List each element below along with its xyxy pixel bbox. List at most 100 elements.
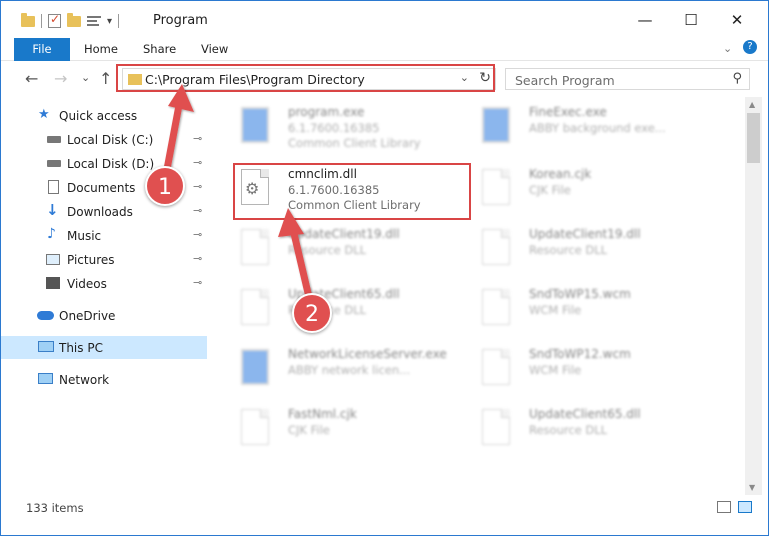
file-tile[interactable]: program.exe 6.1.7600.16385 Common Client… — [237, 103, 472, 163]
help-icon[interactable]: ? — [743, 40, 757, 54]
close-button[interactable]: ✕ — [714, 1, 760, 38]
address-highlight-box — [116, 64, 495, 92]
file-tile[interactable]: UpdateClient19.dll Resource DLL — [478, 225, 713, 285]
tab-file[interactable]: File — [14, 38, 70, 61]
exe-icon — [241, 349, 269, 385]
sidebar-item-label: Local Disk (D:) — [67, 157, 155, 171]
window-title: Program — [153, 13, 208, 28]
sidebar-item-pictures[interactable]: Pictures ⊸ — [1, 248, 207, 271]
this-pc-icon — [38, 341, 54, 352]
sidebar-item-local-disk-c[interactable]: Local Disk (C:) ⊸ — [1, 128, 207, 151]
sidebar-item-quick-access[interactable]: ★ Quick access — [1, 104, 207, 127]
tab-view[interactable]: View — [201, 38, 228, 61]
tab-share[interactable]: Share — [143, 38, 176, 61]
minimize-button[interactable]: — — [622, 1, 668, 38]
search-placeholder: Search Program — [515, 73, 615, 88]
details-view-icon[interactable] — [717, 501, 731, 513]
search-icon[interactable]: ⚲ — [732, 71, 742, 86]
file-tile[interactable]: UpdateClient65.dll Resource DLL — [478, 405, 713, 465]
quick-access-toolbar: ▾ — [21, 12, 120, 30]
file-tile[interactable]: SndToWP12.wcm WCM File — [478, 345, 713, 405]
sidebar-item-label: This PC — [59, 341, 103, 355]
sidebar-item-onedrive[interactable]: OneDrive — [1, 304, 207, 327]
file-icon — [482, 289, 510, 325]
pin-icon[interactable]: ⊸ — [193, 156, 202, 169]
file-tile[interactable]: SndToWP15.wcm WCM File — [478, 285, 713, 345]
file-tile[interactable]: FineExec.exe ABBY background exe... — [478, 103, 713, 163]
sidebar-item-label: Music — [67, 229, 102, 243]
ribbon-tabs: File Home Share View ⌄ ? — [1, 38, 768, 61]
file-description: WCM File — [529, 303, 582, 317]
sidebar-item-music[interactable]: ♪ Music ⊸ — [1, 224, 207, 247]
file-list: program.exe 6.1.7600.16385 Common Client… — [211, 97, 745, 495]
file-description: Resource DLL — [529, 243, 608, 257]
sidebar-item-videos[interactable]: Videos ⊸ — [1, 272, 207, 295]
scrollbar-thumb[interactable] — [747, 113, 760, 163]
file-description: ABBY background exe... — [529, 121, 666, 135]
maximize-button[interactable]: ☐ — [668, 1, 714, 38]
sidebar-item-label: Quick access — [59, 109, 138, 123]
file-tile[interactable]: UpdateClient19.dll Resource DLL — [237, 225, 472, 285]
file-description: CJK File — [529, 183, 571, 197]
toolbar-separator — [41, 14, 42, 28]
pin-icon[interactable]: ⊸ — [193, 228, 202, 241]
documents-icon — [48, 180, 59, 194]
sidebar-item-this-pc[interactable]: This PC — [1, 336, 207, 359]
file-icon — [482, 349, 510, 385]
dll-gear-icon — [482, 409, 510, 445]
sidebar-item-network[interactable]: Network — [1, 368, 207, 391]
sidebar-item-label: Pictures — [67, 253, 115, 267]
file-name: UpdateClient19.dll — [288, 227, 400, 241]
recent-locations-button[interactable]: ⌄ — [81, 71, 90, 84]
file-name: program.exe — [288, 105, 365, 119]
file-tile[interactable]: NetworkLicenseServer.exe ABBY network li… — [237, 345, 472, 405]
back-button[interactable]: ← — [25, 69, 38, 88]
sidebar-item-label: Videos — [67, 277, 107, 291]
folder-icon — [21, 12, 35, 27]
file-tile[interactable]: Korean.cjk CJK File — [478, 165, 713, 225]
pin-icon[interactable]: ⊸ — [193, 132, 202, 145]
properties-check-icon[interactable] — [48, 12, 61, 28]
new-folder-icon[interactable] — [67, 12, 81, 27]
file-description: WCM File — [529, 363, 582, 377]
pictures-icon — [46, 254, 60, 265]
step-badge-1: 1 — [145, 166, 185, 206]
sidebar-item-label: Downloads — [67, 205, 133, 219]
drive-icon — [47, 160, 61, 167]
dll-gear-icon — [241, 289, 269, 325]
downloads-icon: ↓ — [46, 201, 59, 219]
file-tile[interactable]: FastNml.cjk CJK File — [237, 405, 472, 465]
ribbon-collapse-icon[interactable]: ⌄ — [723, 42, 732, 55]
file-tile[interactable]: UpdateClient65.dll Resource DLL — [237, 285, 472, 345]
videos-icon — [46, 277, 60, 289]
search-input[interactable]: Search Program ⚲ — [505, 68, 750, 90]
status-bar: 133 items — [1, 495, 768, 535]
step-badge-2: 2 — [292, 293, 332, 333]
star-icon: ★ — [38, 107, 50, 122]
item-count: 133 items — [26, 501, 84, 515]
pin-icon[interactable]: ⊸ — [193, 180, 202, 193]
pin-icon[interactable]: ⊸ — [193, 252, 202, 265]
scroll-down-icon[interactable]: ▼ — [749, 483, 755, 492]
file-name: FineExec.exe — [529, 105, 607, 119]
title-bar: ▾ Program — ☐ ✕ — [1, 1, 768, 38]
forward-button[interactable]: → — [54, 69, 67, 88]
pin-icon[interactable]: ⊸ — [193, 204, 202, 217]
toolbar-separator — [118, 14, 120, 28]
tab-home[interactable]: Home — [84, 38, 118, 61]
sidebar-item-downloads[interactable]: ↓ Downloads ⊸ — [1, 200, 207, 223]
file-description: Resource DLL — [529, 423, 608, 437]
music-icon: ♪ — [47, 226, 56, 242]
large-icons-view-icon[interactable] — [738, 501, 752, 513]
customize-view-icon[interactable] — [87, 15, 101, 28]
vertical-scrollbar[interactable]: ▲ ▼ — [745, 97, 762, 495]
file-description: ABBY network licen... — [288, 363, 411, 377]
qat-dropdown-icon[interactable]: ▾ — [107, 16, 112, 27]
onedrive-icon — [37, 311, 54, 320]
file-name: SndToWP15.wcm — [529, 287, 631, 301]
pin-icon[interactable]: ⊸ — [193, 276, 202, 289]
file-description: Common Client Library — [288, 136, 421, 150]
up-button[interactable]: ↑ — [99, 69, 112, 88]
file-icon — [241, 409, 269, 445]
scroll-up-icon[interactable]: ▲ — [749, 100, 755, 109]
